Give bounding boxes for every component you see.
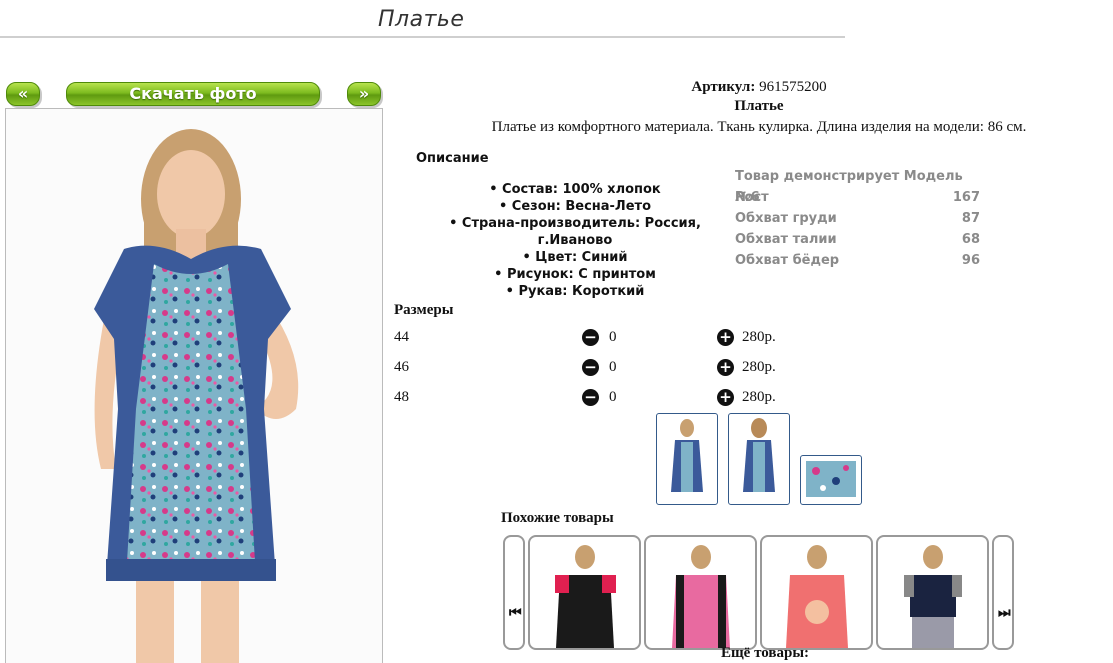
model-label: Обхват бёдер <box>735 253 840 268</box>
next-photo-button[interactable]: » <box>347 82 381 106</box>
plus-circle-icon[interactable]: + <box>717 359 734 376</box>
size-row-48: 48 − 0 + 280р. <box>394 389 794 411</box>
size-label: 48 <box>394 389 409 405</box>
size-label: 44 <box>394 329 409 345</box>
similar-product-image <box>904 545 962 648</box>
property-item: • Сезон: Весна-Лето <box>498 199 652 214</box>
model-value: 68 <box>961 232 980 247</box>
photo-thumbnail-fabric[interactable] <box>800 455 862 505</box>
similar-products-heading: Похожие товары <box>501 510 614 526</box>
property-item: • Страна-производитель: Россия, г.Иванов… <box>449 216 701 248</box>
price-value: 280р. <box>742 389 776 405</box>
article-label: Артикул: <box>691 79 756 95</box>
size-row-44: 44 − 0 + 280р. <box>394 329 794 351</box>
model-value: 96 <box>961 253 980 268</box>
thumbnail-image <box>671 419 703 492</box>
product-description: Платье из комфортного материала. Ткань к… <box>491 119 1027 135</box>
quantity-value: 0 <box>609 389 617 405</box>
model-row-waist: Обхват талии 68 <box>735 229 980 250</box>
property-list: • Состав: 100% хлопок • Сезон: Весна-Лет… <box>410 181 740 300</box>
quantity-value: 0 <box>609 359 617 375</box>
property-item: • Состав: 100% хлопок <box>489 182 661 197</box>
carousel-next-button[interactable]: ⏭ <box>992 535 1014 650</box>
minus-circle-icon[interactable]: − <box>582 389 599 406</box>
model-row-bust: Обхват груди 87 <box>735 208 980 229</box>
thumbnail-image <box>806 461 856 497</box>
property-item: • Рисунок: С принтом <box>494 267 656 282</box>
similar-product-card[interactable] <box>760 535 873 650</box>
property-item: • Рукав: Короткий <box>505 284 645 299</box>
main-product-photo[interactable] <box>5 108 383 663</box>
price-value: 280р. <box>742 359 776 375</box>
model-label: Обхват груди <box>735 211 837 226</box>
similar-product-card[interactable] <box>644 535 757 650</box>
description-heading: Описание <box>416 151 489 166</box>
title-divider <box>0 36 845 38</box>
similar-product-image <box>786 545 848 648</box>
model-row-hips: Обхват бёдер 96 <box>735 250 980 271</box>
model-row-height: Рост 167 <box>735 187 980 208</box>
model-dress-illustration <box>94 129 299 663</box>
sizes-heading: Размеры <box>394 302 454 318</box>
minus-circle-icon[interactable]: − <box>582 359 599 376</box>
minus-circle-icon[interactable]: − <box>582 329 599 346</box>
model-heading: Товар демонстрирует Модель №6 <box>735 169 963 205</box>
model-label: Рост <box>735 190 769 205</box>
model-value: 87 <box>961 211 980 226</box>
carousel-prev-button[interactable]: ⏮ <box>503 535 525 650</box>
photo-thumbnail-back[interactable] <box>728 413 790 505</box>
prev-photo-button[interactable]: « <box>6 82 40 106</box>
size-row-46: 46 − 0 + 280р. <box>394 359 794 381</box>
article-value: 961575200 <box>759 79 827 95</box>
similar-product-card[interactable] <box>876 535 989 650</box>
similar-product-image <box>672 545 730 648</box>
similar-product-card[interactable] <box>528 535 641 650</box>
plus-circle-icon[interactable]: + <box>717 329 734 346</box>
product-name: Платье <box>734 98 784 114</box>
model-measurements: Товар демонстрирует Модель №6 Рост 167 О… <box>735 166 980 271</box>
size-label: 46 <box>394 359 409 375</box>
property-item: • Цвет: Синий <box>522 250 628 265</box>
similar-product-image <box>555 545 616 648</box>
more-products-heading: Ещё товары: <box>721 645 810 661</box>
download-photo-button[interactable]: Скачать фото <box>66 82 320 106</box>
skip-forward-icon: ⏭ <box>998 605 1011 621</box>
model-value: 167 <box>952 190 980 205</box>
quantity-value: 0 <box>609 329 617 345</box>
article-line: Артикул: 961575200 <box>400 79 1113 96</box>
skip-back-icon: ⏮ <box>509 605 522 621</box>
thumbnail-image <box>743 418 775 492</box>
price-value: 280р. <box>742 329 776 345</box>
page-title: Платье <box>378 7 465 32</box>
plus-circle-icon[interactable]: + <box>717 389 734 406</box>
photo-thumbnail-front[interactable] <box>656 413 718 505</box>
model-label: Обхват талии <box>735 232 837 247</box>
